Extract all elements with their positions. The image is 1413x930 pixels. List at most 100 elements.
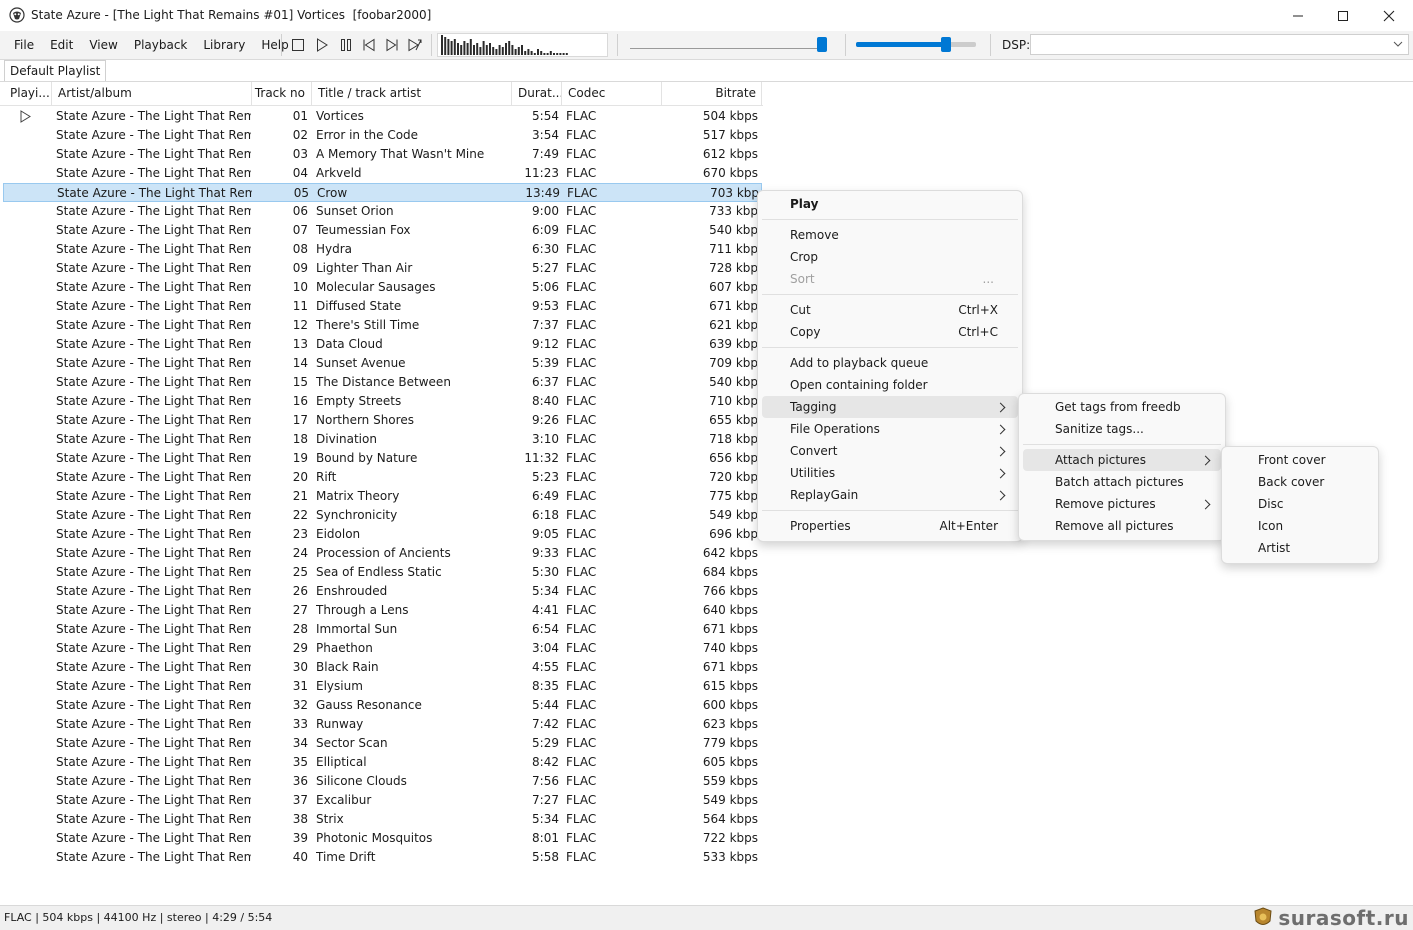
table-row[interactable]: State Azure - The Light That Remai... 30 B… [3,658,762,677]
close-button[interactable] [1366,0,1412,31]
previous-icon[interactable] [360,36,378,54]
cell-title: Vortices [316,109,364,123]
cell-artist-album: State Azure - The Light That Remai... [56,774,251,788]
table-row[interactable]: State Azure - The Light That Remai... 37 E… [3,791,762,810]
table-row[interactable]: State Azure - The Light That Remai... 04 A… [3,164,762,183]
table-row[interactable]: State Azure - The Light That Remai... 10 M… [3,278,762,297]
menu-attach-pictures[interactable]: Attach pictures [1023,449,1221,471]
menu-get-tags-freedb[interactable]: Get tags from freedb [1023,396,1221,418]
menu-properties[interactable]: Properties Alt+Enter [762,515,1018,537]
table-row[interactable]: State Azure - The Light That Remai... 09 L… [3,259,762,278]
seek-thumb[interactable] [817,37,828,52]
table-row[interactable]: State Azure - The Light That Remai... 25 S… [3,563,762,582]
table-row[interactable]: State Azure - The Light That Remai... 14 S… [3,354,762,373]
menu-play[interactable]: Play [762,193,1018,215]
column-artist-album[interactable]: Artist/album [52,82,252,105]
menu-add-to-queue[interactable]: Add to playback queue [762,352,1018,374]
table-row[interactable]: State Azure - The Light That Remai... 15 T… [3,373,762,392]
cell-duration: 11:32 [524,451,559,465]
table-row[interactable]: State Azure - The Light That Remai... 06 S… [3,202,762,221]
table-row[interactable]: State Azure - The Light That Remai... 08 H… [3,240,762,259]
column-playing[interactable]: Playi... [3,82,52,105]
spectrum-bar [546,53,549,55]
random-icon[interactable] [406,36,424,54]
menu-replaygain[interactable]: ReplayGain [762,484,1018,506]
menu-library[interactable]: Library [195,31,253,59]
cell-track-no: 39 [292,831,308,845]
table-row[interactable]: State Azure - The Light That Remai... 35 E… [3,753,762,772]
table-row[interactable]: State Azure - The Light That Remai... 28 I… [3,620,762,639]
table-row[interactable]: State Azure - The Light That Remai... 18 D… [3,430,762,449]
menu-view[interactable]: View [81,31,125,59]
table-row[interactable]: State Azure - The Light That Remai... 01 V… [3,107,762,126]
menu-crop[interactable]: Crop [762,246,1018,268]
column-codec[interactable]: Codec [562,82,662,105]
table-row[interactable]: State Azure - The Light That Remai... 29 P… [3,639,762,658]
seek-bar[interactable] [630,48,826,49]
menu-cut[interactable]: Cut Ctrl+X [762,299,1018,321]
table-row[interactable]: State Azure - The Light That Remai... 36 S… [3,772,762,791]
minimize-button[interactable] [1275,0,1321,31]
table-row[interactable]: State Azure - The Light That Remai... 34 S… [3,734,762,753]
menu-file[interactable]: File [6,31,42,59]
table-row[interactable]: State Azure - The Light That Remai... 19 B… [3,449,762,468]
cell-duration: 13:49 [525,186,560,200]
menu-tagging[interactable]: Tagging [762,396,1018,418]
column-bitrate[interactable]: Bitrate [662,82,762,105]
table-row[interactable]: State Azure - The Light That Remai... 22 S… [3,506,762,525]
table-row[interactable]: State Azure - The Light That Remai... 23 E… [3,525,762,544]
menu-playback[interactable]: Playback [126,31,196,59]
table-row[interactable]: State Azure - The Light That Remai... 33 R… [3,715,762,734]
table-row[interactable]: State Azure - The Light That Remai... 07 T… [3,221,762,240]
column-duration[interactable]: Durat... [512,82,562,105]
table-row[interactable]: State Azure - The Light That Remai... 13 D… [3,335,762,354]
cell-track-no: 26 [292,584,308,598]
table-row[interactable]: State Azure - The Light That Remai... 40 T… [3,848,762,867]
menu-disc[interactable]: Disc [1226,493,1374,515]
table-row[interactable]: State Azure - The Light That Remai... 32 G… [3,696,762,715]
cell-track-no: 15 [292,375,308,389]
column-track-no[interactable]: Track no [252,82,312,105]
table-row[interactable]: State Azure - The Light That Remai... 02 E… [3,126,762,145]
table-row[interactable]: State Azure - The Light That Remai... 21 M… [3,487,762,506]
menu-batch-attach-pictures[interactable]: Batch attach pictures [1023,471,1221,493]
table-row[interactable]: State Azure - The Light That Remai... 24 P… [3,544,762,563]
menu-open-folder[interactable]: Open containing folder [762,374,1018,396]
volume-thumb[interactable] [941,37,951,52]
menu-remove-pictures[interactable]: Remove pictures [1023,493,1221,515]
pause-icon[interactable] [337,36,355,54]
menu-artist[interactable]: Artist [1226,537,1374,559]
menu-copy[interactable]: Copy Ctrl+C [762,321,1018,343]
cell-duration: 5:54 [532,109,559,123]
menu-convert[interactable]: Convert [762,440,1018,462]
table-row[interactable]: State Azure - The Light That Remai... 12 T… [3,316,762,335]
table-row[interactable]: State Azure - The Light That Remai... 31 E… [3,677,762,696]
menu-remove-all-pictures[interactable]: Remove all pictures [1023,515,1221,537]
table-row[interactable]: State Azure - The Light That Remai... 05 C… [3,183,762,202]
menu-front-cover[interactable]: Front cover [1226,449,1374,471]
dsp-dropdown[interactable] [1030,34,1409,55]
table-row[interactable]: State Azure - The Light That Remai... 17 N… [3,411,762,430]
menu-edit[interactable]: Edit [42,31,81,59]
table-row[interactable]: State Azure - The Light That Remai... 39 P… [3,829,762,848]
column-title[interactable]: Title / track artist [312,82,512,105]
cell-title: Sunset Avenue [316,356,406,370]
table-row[interactable]: State Azure - The Light That Remai... 38 S… [3,810,762,829]
menu-remove[interactable]: Remove [762,224,1018,246]
menu-sanitize-tags[interactable]: Sanitize tags... [1023,418,1221,440]
menu-icon[interactable]: Icon [1226,515,1374,537]
tab-default-playlist[interactable]: Default Playlist [4,60,107,81]
stop-icon[interactable] [289,36,307,54]
table-row[interactable]: State Azure - The Light That Remai... 26 E… [3,582,762,601]
maximize-button[interactable] [1320,0,1366,31]
menu-utilities[interactable]: Utilities [762,462,1018,484]
table-row[interactable]: State Azure - The Light That Remai... 20 R… [3,468,762,487]
menu-back-cover[interactable]: Back cover [1226,471,1374,493]
next-icon[interactable] [383,36,401,54]
play-icon[interactable] [313,36,331,54]
table-row[interactable]: State Azure - The Light That Remai... 27 T… [3,601,762,620]
table-row[interactable]: State Azure - The Light That Remai... 16 E… [3,392,762,411]
menu-file-operations[interactable]: File Operations [762,418,1018,440]
table-row[interactable]: State Azure - The Light That Remai... 11 D… [3,297,762,316]
table-row[interactable]: State Azure - The Light That Remai... 03 A… [3,145,762,164]
